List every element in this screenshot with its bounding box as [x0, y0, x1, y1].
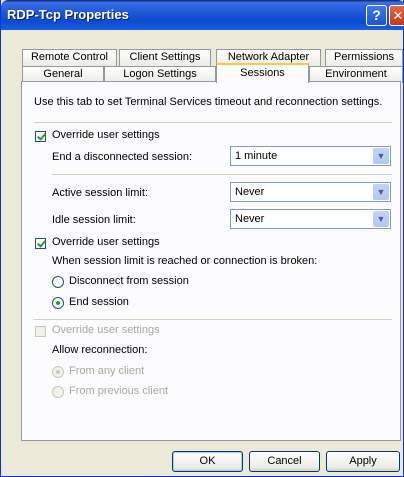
chevron-down-icon[interactable]: ▼ — [373, 148, 389, 164]
disconnect-from-session-radio[interactable] — [52, 276, 64, 288]
override-user-settings-checkbox[interactable] — [35, 131, 46, 142]
tab-sessions[interactable]: Sessions — [216, 63, 309, 83]
from-any-client-label: From any client — [69, 365, 145, 377]
end-session-label: End session — [69, 296, 129, 308]
chevron-down-icon[interactable]: ▼ — [373, 184, 389, 200]
from-previous-client-radio[interactable] — [52, 386, 64, 398]
apply-button[interactable]: Apply — [326, 451, 400, 472]
tab-strip: Remote Control Client Settings Network A… — [1, 30, 404, 84]
override-user-settings-checkbox[interactable] — [35, 326, 46, 337]
active-session-limit-label: Active session limit: — [52, 187, 148, 199]
limit-reached-text: When session limit is reached or connect… — [52, 255, 318, 267]
allow-reconnection-text: Allow reconnection: — [52, 344, 148, 356]
end-session-radio[interactable] — [52, 297, 64, 309]
panel-description: Use this tab to set Terminal Services ti… — [34, 96, 383, 108]
tab-remote-control[interactable]: Remote Control — [22, 49, 117, 66]
end-disconnected-session-select[interactable]: 1 minute ▼ — [230, 146, 391, 166]
override-user-settings-checkbox[interactable] — [35, 238, 46, 249]
disconnect-from-session-label: Disconnect from session — [69, 275, 189, 287]
chevron-down-icon[interactable]: ▼ — [373, 211, 389, 227]
divider — [34, 319, 392, 320]
tab-client-settings[interactable]: Client Settings — [119, 49, 211, 66]
from-any-client-radio[interactable] — [52, 366, 64, 378]
ok-button[interactable]: OK — [172, 451, 243, 472]
override-user-settings-label: Override user settings — [52, 129, 160, 141]
override-user-settings-label: Override user settings — [52, 324, 160, 336]
active-session-limit-select[interactable]: Never ▼ — [230, 182, 391, 202]
sessions-panel: Use this tab to set Terminal Services ti… — [21, 81, 401, 441]
properties-dialog: RDP-Tcp Properties ? ✕ Remote Control Cl… — [0, 0, 404, 477]
tab-permissions[interactable]: Permissions — [325, 49, 403, 66]
idle-session-limit-value: Never — [235, 213, 265, 225]
window-title: RDP-Tcp Properties — [7, 7, 129, 22]
close-icon[interactable]: ✕ — [389, 5, 404, 26]
idle-session-limit-label: Idle session limit: — [52, 214, 136, 226]
divider — [52, 174, 392, 175]
end-disconnected-session-label: End a disconnected session: — [52, 151, 193, 163]
end-disconnected-session-value: 1 minute — [235, 150, 278, 162]
from-previous-client-label: From previous client — [69, 385, 169, 397]
title-bar[interactable]: RDP-Tcp Properties ? ✕ — [1, 0, 404, 30]
cancel-button[interactable]: Cancel — [249, 451, 320, 472]
active-session-limit-value: Never — [235, 186, 265, 198]
override-user-settings-label: Override user settings — [52, 236, 160, 248]
idle-session-limit-select[interactable]: Never ▼ — [230, 209, 391, 229]
help-icon[interactable]: ? — [366, 5, 387, 26]
divider — [34, 122, 392, 123]
